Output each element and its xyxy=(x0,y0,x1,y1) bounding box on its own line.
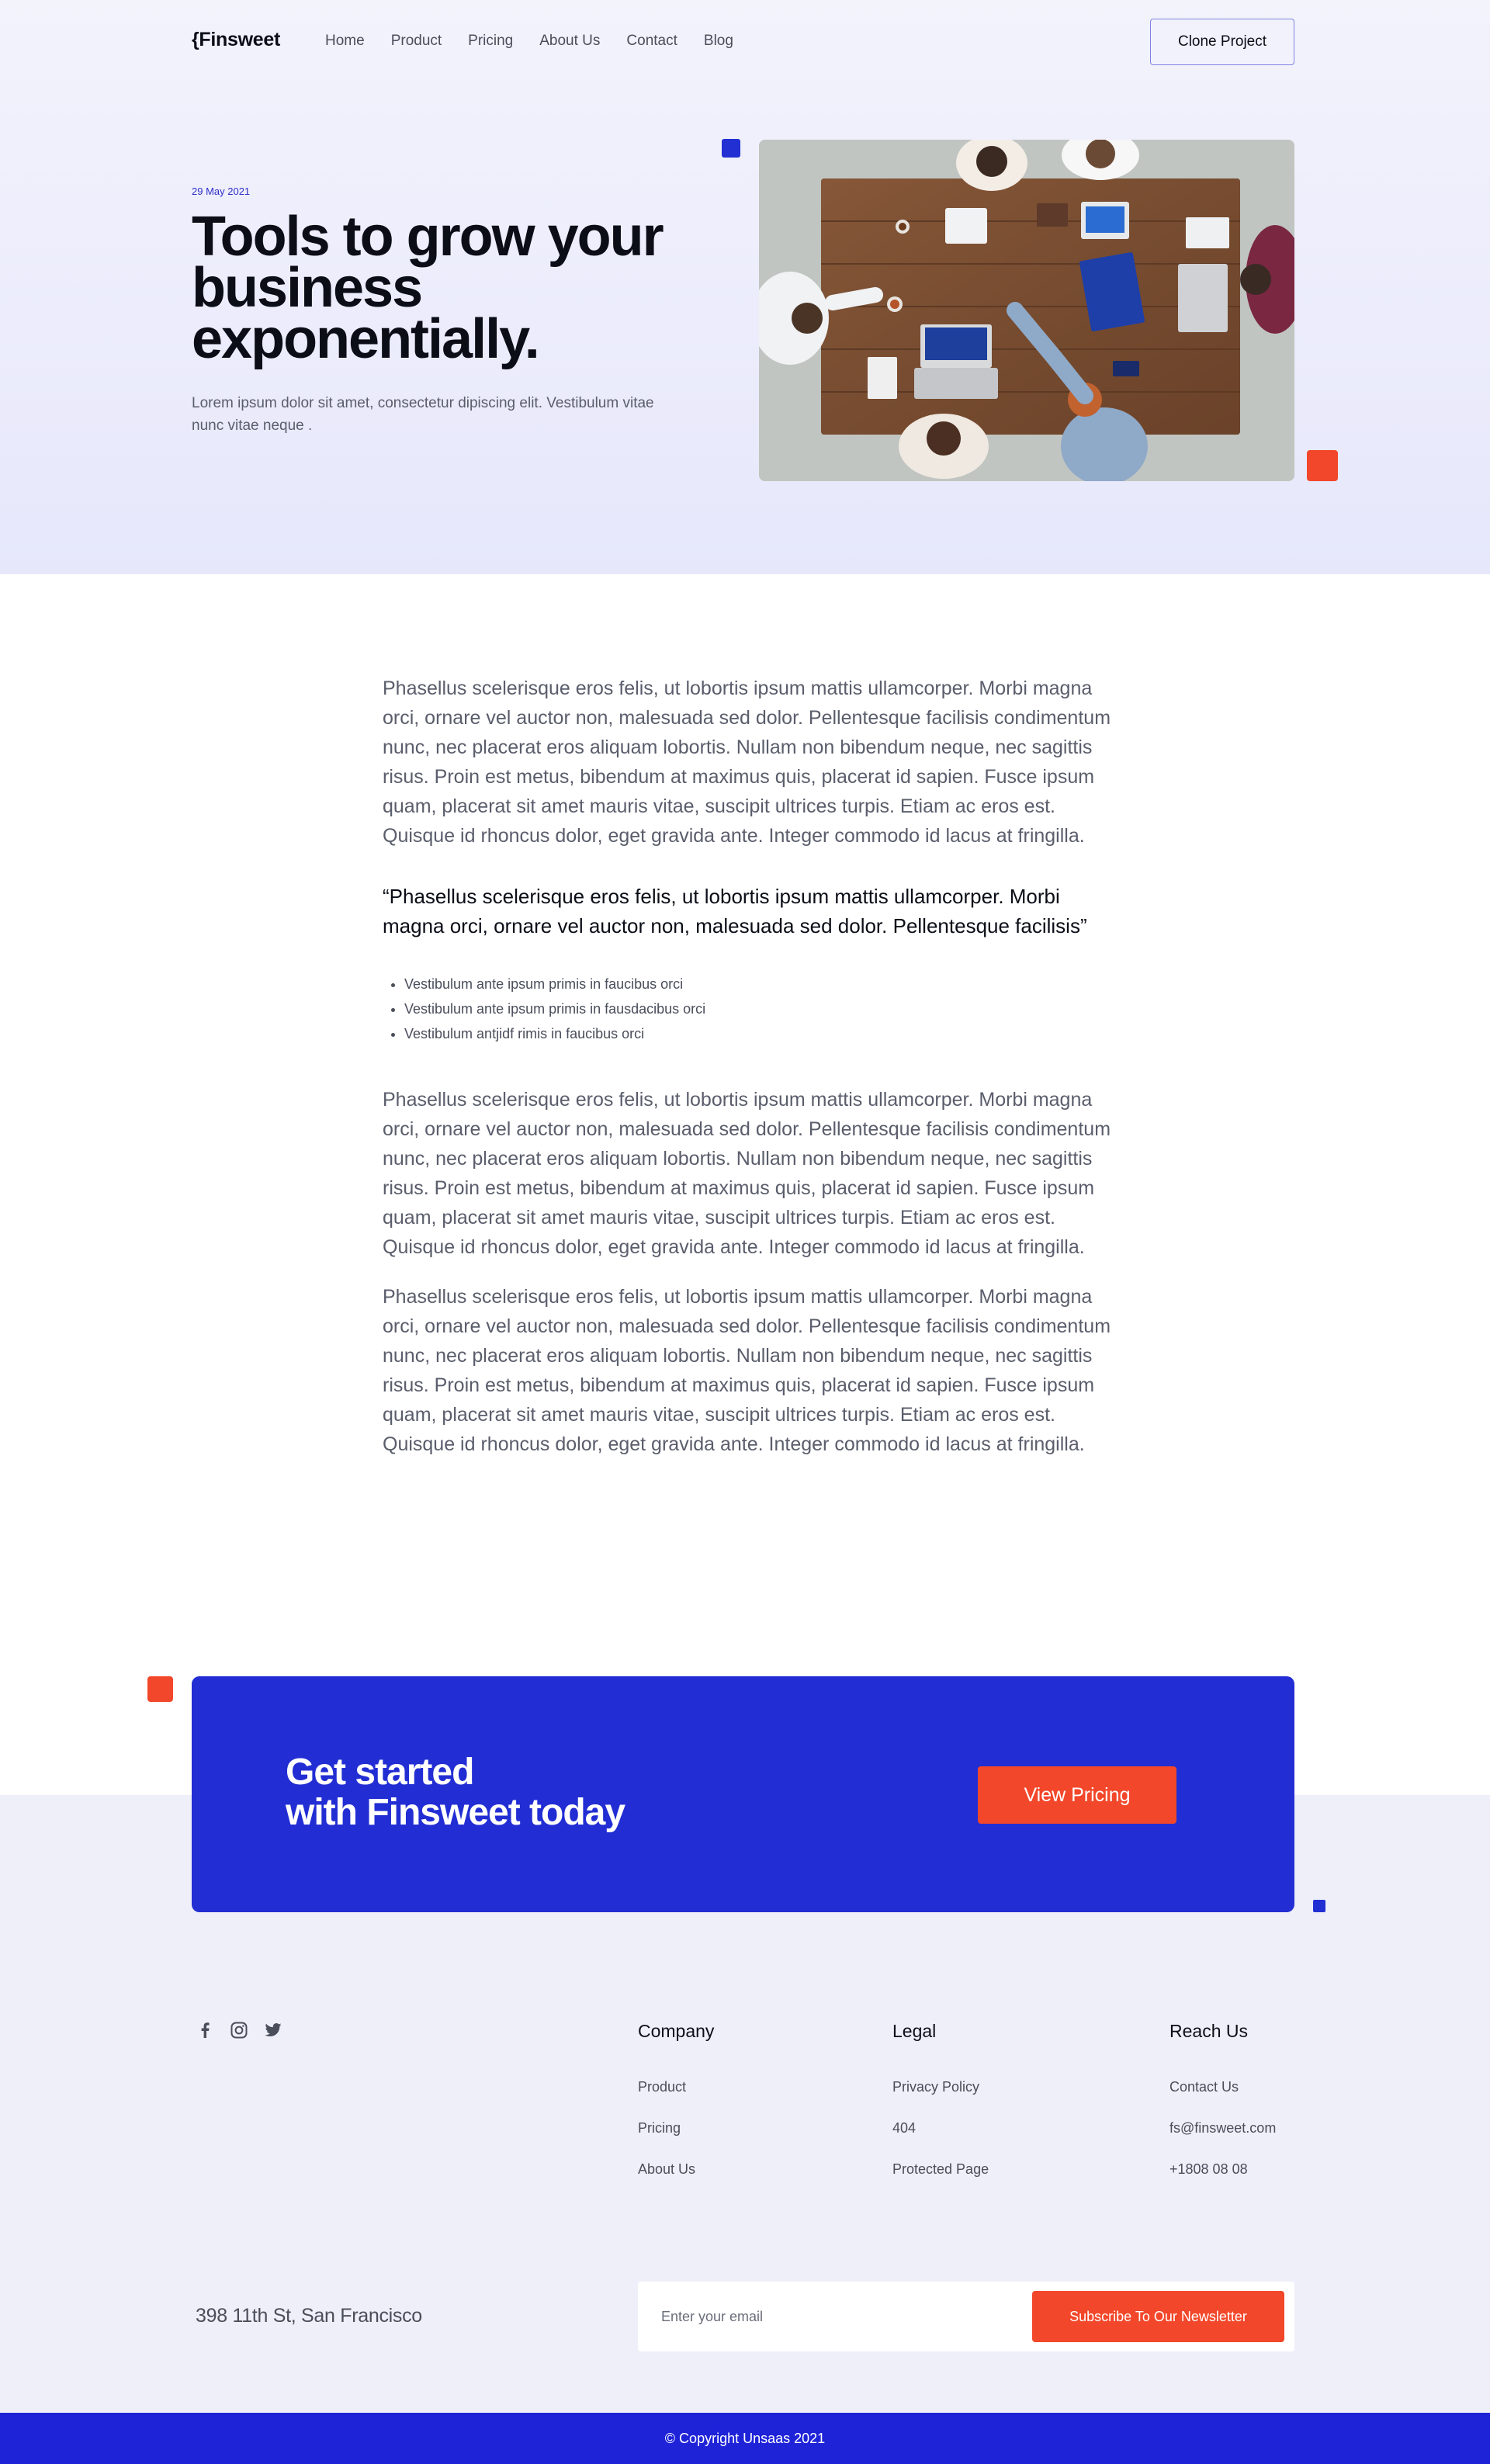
decorative-blue-square xyxy=(1313,1900,1325,1912)
footer-column-title: Reach Us xyxy=(1169,2021,1248,2041)
nav-link-blog[interactable]: Blog xyxy=(704,33,733,50)
nav-link-about-us[interactable]: About Us xyxy=(539,33,600,50)
cta-title: Get started with Finsweet today xyxy=(286,1752,829,1833)
social-links xyxy=(196,2021,282,2039)
article-paragraph-3: Phasellus scelerisque eros felis, ut lob… xyxy=(383,1286,1111,1455)
email-field[interactable] xyxy=(661,2299,1010,2334)
decorative-orange-square xyxy=(147,1676,173,1702)
nav-link-contact[interactable]: Contact xyxy=(626,33,677,50)
cta-title-line-2: with Finsweet today xyxy=(286,1792,625,1833)
cta-banner: Get started with Finsweet today View Pri… xyxy=(192,1676,1294,1912)
clone-project-button[interactable]: Clone Project xyxy=(1150,19,1294,65)
top-nav: {Finsweet Home Product Pricing About Us … xyxy=(192,19,1294,65)
footer-column-legal: Legal Privacy Policy 404 Protected Page xyxy=(892,2021,989,2178)
logo[interactable]: {Finsweet xyxy=(192,29,280,51)
footer-link-404[interactable]: 404 xyxy=(892,2120,989,2137)
nav-link-pricing[interactable]: Pricing xyxy=(468,33,513,50)
facebook-icon[interactable] xyxy=(196,2021,214,2039)
decorative-blue-square xyxy=(722,139,740,158)
footer-link-email[interactable]: fs@finsweet.com xyxy=(1169,2120,1276,2137)
nav-link-product[interactable]: Product xyxy=(391,33,442,50)
hero-title: Tools to grow your business exponentiall… xyxy=(192,206,664,370)
view-pricing-button[interactable]: View Pricing xyxy=(978,1766,1176,1824)
article-quote: “Phasellus scelerisque eros felis, ut lo… xyxy=(383,885,1087,937)
newsletter-form: Subscribe To Our Newsletter xyxy=(638,2282,1294,2351)
footer-link-contact-us[interactable]: Contact Us xyxy=(1169,2079,1276,2095)
hero-date: 29 May 2021 xyxy=(192,185,251,197)
twitter-icon[interactable] xyxy=(264,2021,282,2039)
footer-column-title: Legal xyxy=(892,2021,937,2041)
hero-section: {Finsweet Home Product Pricing About Us … xyxy=(0,0,1490,574)
list-item: Vestibulum ante ipsum primis in fausdaci… xyxy=(404,996,1112,1021)
copyright-bar: © Copyright Unsaas 2021 xyxy=(0,2413,1490,2464)
footer-address: 398 11th St, San Francisco xyxy=(196,2305,422,2327)
article-paragraph-1: Phasellus scelerisque eros felis, ut lob… xyxy=(383,678,1111,847)
article-body: Phasellus scelerisque eros felis, ut lob… xyxy=(383,674,1112,1459)
footer-column-reach-us: Reach Us Contact Us fs@finsweet.com +180… xyxy=(1169,2021,1276,2178)
list-item: Vestibulum antjidf rimis in faucibus orc… xyxy=(404,1021,1112,1046)
list-item: Vestibulum ante ipsum primis in faucibus… xyxy=(404,972,1112,996)
footer-link-about-us[interactable]: About Us xyxy=(638,2161,714,2178)
team-meeting-illustration xyxy=(759,140,1294,481)
article-paragraph-2: Phasellus scelerisque eros felis, ut lob… xyxy=(383,1089,1111,1258)
subscribe-button[interactable]: Subscribe To Our Newsletter xyxy=(1032,2291,1284,2342)
decorative-orange-square xyxy=(1307,450,1338,481)
copyright-text: © Copyright Unsaas 2021 xyxy=(664,2430,826,2446)
nav-link-home[interactable]: Home xyxy=(325,33,365,50)
hero-team-meeting-image xyxy=(759,140,1294,481)
footer-link-phone[interactable]: +1808 08 08 xyxy=(1169,2161,1276,2178)
hero-description: Lorem ipsum dolor sit amet, consectetur … xyxy=(192,395,654,434)
footer-column-title: Company xyxy=(638,2021,715,2041)
article-bullet-list: Vestibulum ante ipsum primis in faucibus… xyxy=(383,972,1112,1046)
nav-links: Home Product Pricing About Us Contact Bl… xyxy=(325,33,760,50)
footer-link-product[interactable]: Product xyxy=(638,2079,714,2095)
footer-link-privacy-policy[interactable]: Privacy Policy xyxy=(892,2079,989,2095)
footer-link-pricing[interactable]: Pricing xyxy=(638,2120,714,2137)
instagram-icon[interactable] xyxy=(230,2021,248,2039)
footer-link-protected-page[interactable]: Protected Page xyxy=(892,2161,989,2178)
cta-title-line-1: Get started xyxy=(286,1752,474,1793)
footer-column-company: Company Product Pricing About Us xyxy=(638,2021,714,2178)
